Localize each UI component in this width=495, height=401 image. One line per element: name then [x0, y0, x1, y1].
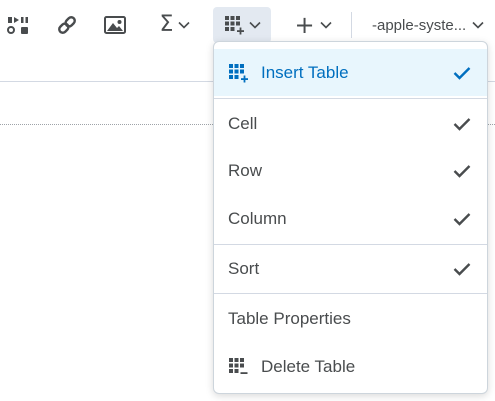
- sigma-icon: Σ: [159, 12, 174, 37]
- menu-item-label: Cell: [228, 113, 258, 133]
- table-icon: [224, 15, 244, 35]
- menu-item-label: Insert Table: [261, 62, 349, 82]
- checkmark-icon: [453, 64, 471, 82]
- image-icon: [104, 15, 126, 35]
- font-family-select[interactable]: -apple-syste...: [362, 7, 495, 43]
- menu-separator: [214, 98, 487, 99]
- delete-table-icon: [228, 357, 248, 377]
- link-icon: [56, 14, 78, 36]
- menu-item-insert-table[interactable]: Insert Table: [214, 49, 487, 96]
- menu-item-cell[interactable]: Cell: [214, 100, 487, 147]
- menu-item-label: Table Properties: [228, 308, 351, 328]
- chevron-down-icon: [178, 21, 191, 29]
- equation-button[interactable]: Σ: [150, 7, 200, 43]
- checkmark-icon: [453, 162, 471, 180]
- plus-icon: +: [294, 11, 315, 39]
- play-pause-icon: [7, 14, 29, 36]
- menu-item-label: Sort: [228, 258, 260, 278]
- menu-item-label: Column: [228, 208, 287, 228]
- chevron-down-icon: [319, 21, 332, 29]
- image-button[interactable]: [98, 7, 132, 43]
- menu-item-label: Delete Table: [261, 356, 356, 376]
- checkmark-icon: [453, 260, 471, 278]
- menu-item-delete-table[interactable]: Delete Table: [214, 343, 487, 390]
- menu-separator: [214, 293, 487, 294]
- insert-button[interactable]: +: [288, 7, 338, 43]
- table-dropdown-menu: Insert Table Cell Row Column Sort Table …: [213, 41, 488, 394]
- chevron-down-icon: [472, 16, 484, 34]
- menu-item-column[interactable]: Column: [214, 195, 487, 242]
- font-family-value: -apple-syste...: [372, 16, 467, 34]
- table-button[interactable]: [213, 7, 271, 43]
- link-button[interactable]: [50, 7, 84, 43]
- menu-item-table-properties[interactable]: Table Properties: [214, 295, 487, 342]
- menu-item-row[interactable]: Row: [214, 147, 487, 194]
- chevron-down-icon: [248, 21, 261, 29]
- media-button[interactable]: [2, 7, 34, 43]
- checkmark-icon: [453, 210, 471, 228]
- menu-item-sort[interactable]: Sort: [214, 245, 487, 292]
- insert-table-icon: [228, 63, 248, 83]
- menu-item-label: Row: [228, 160, 263, 180]
- toolbar-separator: [351, 12, 352, 38]
- checkmark-icon: [453, 115, 471, 133]
